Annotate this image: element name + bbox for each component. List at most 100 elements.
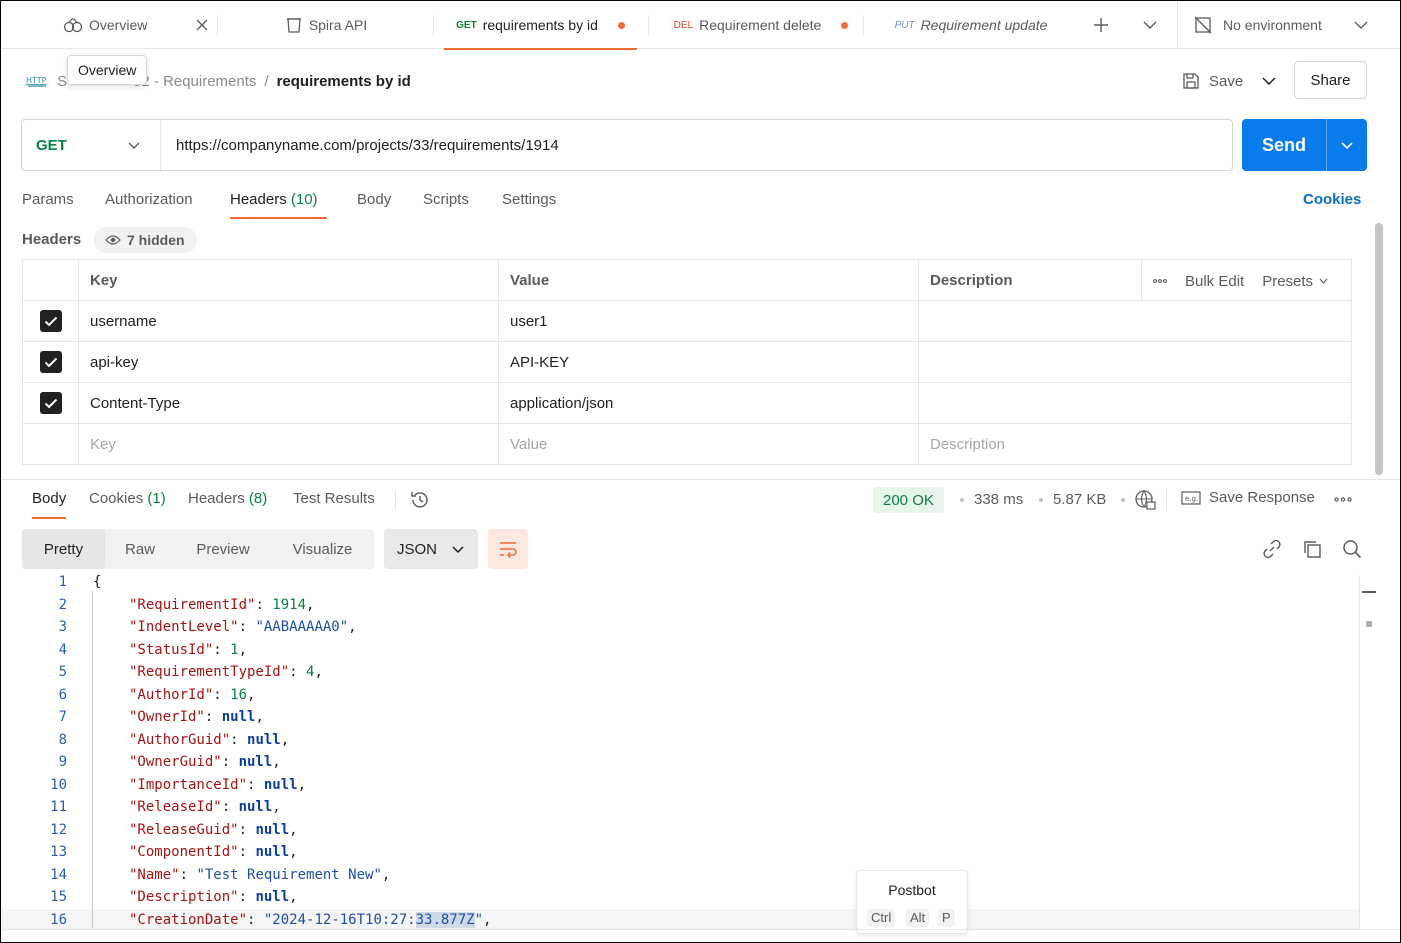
code-line[interactable]: 15 "Description": null, [1,886,1359,908]
code-line[interactable]: 12 "ReleaseGuid": null, [1,819,1359,841]
key-input[interactable]: Key [78,423,499,465]
header-key[interactable]: username [78,300,499,342]
hidden-headers-toggle[interactable]: 7 hidden [93,227,197,253]
description-input[interactable]: Description [918,423,1352,465]
tab-overview[interactable]: Overview [63,1,183,49]
url-input[interactable]: https://companyname.com/projects/33/requ… [161,137,559,154]
header-value[interactable]: user1 [498,300,919,342]
tab-settings[interactable]: Settings [502,187,556,219]
send-button[interactable]: Send [1242,119,1367,171]
tab-headers[interactable]: Headers (10) [230,187,327,219]
code-text: "ComponentId": null, [129,844,298,860]
header-key[interactable]: api-key [78,341,499,383]
tab-divider [217,15,218,35]
wrap-icon [500,542,517,558]
breadcrumb-folder[interactable]: 02 - Requirements [133,73,256,90]
more-icon[interactable] [1334,497,1352,502]
response-time[interactable]: 338 ms [974,491,1023,508]
save-response-button[interactable]: e.g. Save Response [1181,489,1315,506]
code-text: "ImportanceId": null, [129,776,307,793]
bulk-edit-button[interactable]: Bulk Edit [1185,273,1244,290]
postbot-popover[interactable]: Postbot Ctrl Alt P [856,870,968,934]
editor-scrollbar[interactable] [1359,575,1377,929]
scrollbar[interactable] [1375,223,1383,475]
code-line[interactable]: 13 "ComponentId": null, [1,841,1359,863]
code-line[interactable]: 5 "RequirementTypeId": 4, [1,661,1359,683]
code-line[interactable]: 1{ [1,571,1359,593]
no-environment-icon [1193,15,1213,35]
save-response-icon: e.g. [1181,490,1201,506]
code-line[interactable]: 8 "AuthorGuid": null, [1,729,1359,751]
row-checkbox-cell [22,382,79,424]
json-value: 1914 [272,596,307,613]
tab-requirement-update[interactable]: PUT Requirement update [881,1,1061,49]
http-icon: HTTP [25,71,49,91]
breadcrumb-current[interactable]: requirements by id [277,73,411,90]
text-selection: 33.877Z [415,911,475,928]
header-key[interactable]: Content-Type [78,382,499,424]
view-visualize[interactable]: Visualize [271,529,374,569]
row-checkbox[interactable] [39,310,62,332]
chevron-down-icon[interactable] [1140,15,1160,35]
header-value[interactable]: API-KEY [498,341,919,383]
network-icon[interactable] [1134,489,1156,511]
code-line[interactable]: 4 "StatusId": 1, [1,639,1359,661]
environment-selector[interactable]: No environment [1193,1,1373,49]
code-line[interactable]: 2 "RequirementId": 1914, [1,594,1359,616]
code-line[interactable]: 9 "OwnerGuid": null, [1,751,1359,773]
code-line[interactable]: 14 "Name": "Test Requirement New", [1,864,1359,886]
wrap-lines-button[interactable] [488,529,528,569]
response-tab-body[interactable]: Body [32,490,67,519]
row-checkbox[interactable] [39,351,62,373]
save-button[interactable]: Save [1181,65,1243,97]
code-line[interactable]: 6 "AuthorId": 16, [1,684,1359,706]
method-label: GET [36,136,67,154]
header-description[interactable] [918,341,1352,383]
search-icon[interactable] [1341,538,1363,560]
history-icon[interactable] [409,489,431,511]
postbot-title: Postbot [888,882,936,898]
code-line[interactable]: 3 "IndentLevel": "AABAAAAA0", [1,616,1359,638]
view-preview[interactable]: Preview [175,529,271,569]
tab-spira-api[interactable]: Spira API [271,1,381,49]
tab-body[interactable]: Body [357,187,391,219]
tab-authorization[interactable]: Authorization [105,187,193,219]
tab-requirements-by-id[interactable]: GET requirements by id [444,1,637,50]
share-button[interactable]: Share [1294,61,1367,99]
svg-text:e.g.: e.g. [1185,495,1198,503]
view-raw[interactable]: Raw [105,529,175,569]
shortcut-key: Alt [906,909,930,927]
code-line[interactable]: 10 "ImportanceId": null, [1,774,1359,796]
method-select[interactable]: GET [22,120,161,170]
chevron-down-icon[interactable] [1257,67,1281,95]
close-icon[interactable] [194,17,210,33]
status-badge[interactable]: 200 OK [873,487,944,513]
tab-requirement-delete[interactable]: DEL Requirement delete [661,1,861,49]
cookies-link[interactable]: Cookies [1303,191,1361,208]
more-icon[interactable] [1153,279,1167,284]
presets-dropdown[interactable]: Presets [1262,273,1328,290]
code-line[interactable]: 7 "OwnerId": null, [1,706,1359,728]
send-options[interactable] [1326,119,1367,171]
response-tab-headers[interactable]: Headers (8) [188,490,267,507]
header-description[interactable] [918,300,1352,342]
breadcrumb-collection[interactable]: S [57,73,67,90]
tab-params[interactable]: Params [22,187,74,219]
link-icon[interactable] [1261,538,1283,560]
response-body-editor[interactable]: 1{2 "RequirementId": 1914, 3 "IndentLevel":… [1,571,1377,929]
tab-scripts[interactable]: Scripts [423,187,469,219]
view-pretty[interactable]: Pretty [22,529,105,569]
copy-icon[interactable] [1301,538,1323,560]
header-description[interactable] [918,382,1352,424]
plus-icon[interactable] [1091,15,1111,35]
format-select[interactable]: JSON [384,529,478,569]
json-key: "ReleaseId" [129,799,222,815]
response-tab-cookies[interactable]: Cookies (1) [89,490,166,507]
response-size[interactable]: 5.87 KB [1053,491,1106,508]
row-checkbox[interactable] [39,392,62,414]
response-tab-test-results[interactable]: Test Results [293,490,375,507]
code-line[interactable]: 16 "CreationDate": "2024-12-16T10:27:33.8… [1,908,1359,929]
code-line[interactable]: 11 "ReleaseId": null, [1,796,1359,818]
value-input[interactable]: Value [498,423,919,465]
header-value[interactable]: application/json [498,382,919,424]
